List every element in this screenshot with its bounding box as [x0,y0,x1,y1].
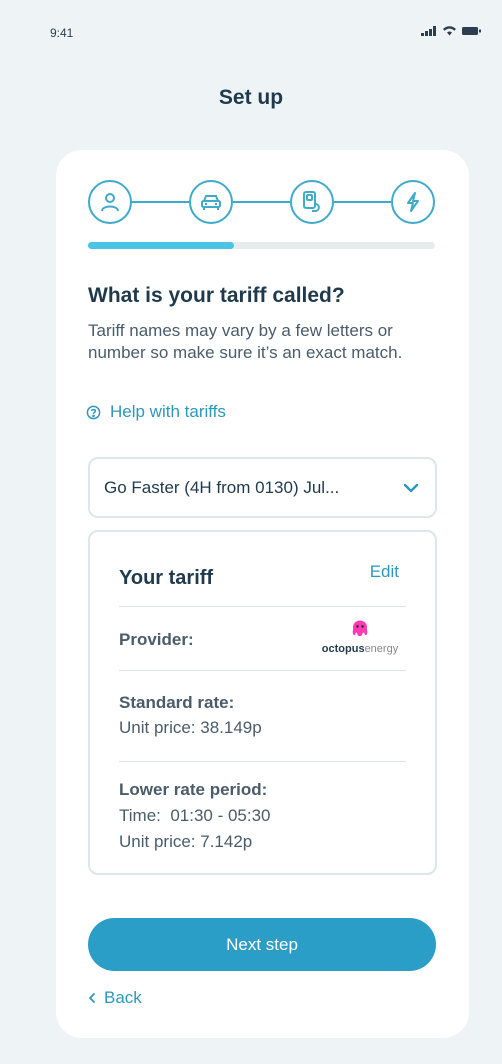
help-link-label: Help with tariffs [110,402,226,421]
divider [119,670,406,671]
step-vehicle [189,180,233,224]
user-icon [101,193,119,212]
progress-fill [88,242,234,249]
lower-rate-label: Lower rate period: [119,780,268,799]
divider [119,606,406,607]
divider [119,761,406,762]
stepper [88,180,435,224]
tariff-summary-title: Your tariff [119,567,214,589]
status-icons [421,25,482,36]
next-step-button[interactable]: Next step [88,918,436,971]
logo-brand-light: energy [364,643,399,655]
question-description: Tariff names may vary by a few letters o… [88,321,403,362]
car-icon [201,195,221,210]
status-bar: 9:41 [0,0,502,60]
provider-logo: octopusenergy [315,618,405,666]
step-account [88,180,132,224]
question-title: What is your tariff called? [88,284,345,307]
tariff-select[interactable]: Go Faster (4H from 0130) Jul... [88,457,437,518]
question-circle-icon [86,405,101,419]
charger-icon [303,191,320,212]
lower-unit-price: Unit price: 7.142p [119,832,253,851]
chevron-down-icon [403,483,419,492]
standard-unit-price: Unit price: 38.149p [119,718,262,737]
signal-icon [421,25,436,36]
chevron-left-icon [89,993,95,1003]
wifi-icon [443,26,456,36]
provider-logo-text: octopusenergy [322,643,398,655]
page-title: Set up [218,86,284,109]
back-label: Back [104,988,142,1007]
progress-bar [88,242,435,249]
step-charger [290,180,334,224]
setup-card: What is your tariff called? Tariff names… [56,150,469,1038]
back-link[interactable]: Back [88,988,142,1008]
battery-icon [462,26,481,35]
provider-label: Provider: [119,630,194,649]
tariff-select-value: Go Faster (4H from 0130) Jul... [104,477,340,497]
standard-rate-label: Standard rate: [119,693,235,712]
tariff-summary: Your tariff Edit Provider: octopusenergy… [88,530,437,875]
help-with-tariffs-link[interactable]: Help with tariffs [86,402,226,422]
step-connector [233,201,290,203]
status-time: 9:41 [50,26,74,40]
lower-rate-time: Time: 01:30 - 05:30 [119,806,271,825]
edit-tariff-link[interactable]: Edit [370,562,399,582]
logo-brand-bold: octopus [321,643,365,655]
octopus-icon [352,620,368,637]
lightning-icon [407,192,419,212]
step-tariff [391,180,435,224]
step-connector [334,201,391,203]
step-connector [132,201,189,203]
